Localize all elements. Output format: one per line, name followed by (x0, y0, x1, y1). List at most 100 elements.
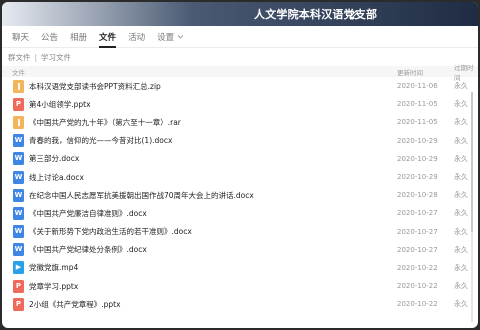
file-name-cell: W 青春的我，信仰的光——今昔对比(1).docx (2, 134, 397, 148)
doc-file-icon: W (13, 152, 24, 166)
tab-label: 文件 (99, 32, 117, 43)
doc-file-icon: W (13, 170, 24, 184)
doc-file-icon: W (13, 188, 24, 202)
file-name-cell: ▶ 党徽党旗.mp4 (2, 261, 397, 275)
ppt-file-icon: P (13, 279, 24, 293)
file-name-cell: W 第三部分.docx (2, 152, 397, 166)
file-name[interactable]: 青春的我，信仰的光——今昔对比(1).docx (29, 135, 172, 146)
tab-announcement[interactable]: 公告 (35, 26, 64, 48)
app-window: 人文学院本科汉语党支部 聊天 公告 相册 文件 活动 设置 群文件 | 学习文件… (2, 2, 478, 328)
file-name[interactable]: 党章学习.pptx (29, 281, 78, 292)
file-expiry: 永久 (454, 191, 468, 200)
doc-glyph: W (14, 172, 23, 181)
file-name[interactable]: 《中国共产党纪律处分条例》.docx (29, 244, 147, 255)
file-row[interactable]: 本科汉语党支部读书会PPT资料汇总.zip 2020-11-06 永久 (2, 77, 478, 95)
doc-glyph: W (14, 136, 23, 145)
file-row[interactable]: W 青春的我，信仰的光——今昔对比(1).docx 2020-10-29 永久 (2, 132, 478, 150)
tab-album[interactable]: 相册 (64, 26, 93, 48)
file-name[interactable]: 党徽党旗.mp4 (29, 262, 78, 273)
chevron-down-icon (177, 35, 184, 39)
file-name-cell: W 在纪念中国人民志愿军抗美援朝出国作战70周年大会上的讲话.docx (2, 188, 397, 202)
file-name[interactable]: 在纪念中国人民志愿军抗美援朝出国作战70周年大会上的讲话.docx (29, 190, 254, 201)
mp4-glyph: ▶ (15, 263, 22, 272)
file-name[interactable]: 2小组《共产党章程》.pptx (29, 299, 121, 310)
tab-files[interactable]: 文件 (93, 26, 122, 48)
file-expiry: 永久 (454, 173, 468, 182)
file-name-cell: P 党章学习.pptx (2, 279, 397, 293)
file-expiry: 永久 (454, 118, 468, 127)
file-table-header: 文件 更新时间 过期时间 (2, 64, 478, 82)
ppt-file-icon: P (13, 97, 24, 111)
file-name-cell: 本科汉语党支部读书会PPT资料汇总.zip (2, 79, 397, 93)
tab-label: 活动 (128, 32, 146, 43)
file-date: 2020-10-27 (397, 245, 438, 254)
file-name[interactable]: 《中国共产党的九十年》（第六至十一章）.rar (29, 117, 181, 128)
file-name[interactable]: 《关于新形势下党内政治生活的若干准则》.docx (29, 226, 192, 237)
header-name[interactable]: 文件 (2, 67, 397, 77)
file-expiry: 永久 (454, 282, 468, 291)
file-name[interactable]: 本科汉语党支部读书会PPT资料汇总.zip (29, 81, 161, 92)
file-row[interactable]: W 《中国共产党纪律处分条例》.docx 2020-10-27 永久 (2, 241, 478, 259)
header-date[interactable]: 更新时间 (397, 67, 454, 77)
file-date: 2020-10-22 (397, 300, 438, 309)
doc-glyph: W (14, 227, 23, 236)
file-row[interactable]: 《中国共产党的九十年》（第六至十一章）.rar 2020-11-05 永久 (2, 113, 478, 131)
tab-settings[interactable]: 设置 (151, 26, 190, 48)
file-expiry: 永久 (454, 82, 468, 91)
file-name[interactable]: 第4小组领学.pptx (29, 99, 91, 110)
file-name-cell: W 《中国共产党纪律处分条例》.docx (2, 243, 397, 257)
file-row[interactable]: W 《关于新形势下党内政治生活的若干准则》.docx 2020-10-27 永久 (2, 223, 478, 241)
tab-chat[interactable]: 聊天 (6, 26, 35, 48)
file-name[interactable]: 《中国共产党廉洁自律准则》.docx (29, 208, 147, 219)
file-expiry: 永久 (454, 100, 468, 109)
file-row[interactable]: ▶ 党徽党旗.mp4 2020-10-22 永久 (2, 259, 478, 277)
zip-file-icon (13, 115, 24, 129)
tab-bar: 聊天 公告 相册 文件 活动 设置 (2, 26, 478, 48)
doc-glyph: W (14, 154, 23, 163)
file-expiry: 永久 (454, 263, 468, 272)
edit-icon[interactable] (349, 7, 359, 19)
breadcrumb-separator: | (34, 52, 38, 62)
file-row[interactable]: P 2小组《共产党章程》.pptx 2020-10-22 永久 (2, 295, 478, 313)
tab-label: 公告 (41, 32, 59, 43)
file-row[interactable]: W 线上讨论a.docx 2020-10-29 永久 (2, 168, 478, 186)
file-row[interactable]: W 第三部分.docx 2020-10-29 永久 (2, 150, 478, 168)
breadcrumb-root[interactable]: 群文件 (8, 52, 31, 63)
file-date: 2020-10-29 (397, 154, 438, 163)
breadcrumb: 群文件 | 学习文件 (2, 48, 478, 66)
file-name-cell: 《中国共产党的九十年》（第六至十一章）.rar (2, 115, 397, 129)
file-date: 2020-11-05 (397, 118, 438, 127)
file-expiry: 永久 (454, 154, 468, 163)
file-name-cell: P 2小组《共产党章程》.pptx (2, 297, 397, 311)
file-expiry: 永久 (454, 136, 468, 145)
doc-glyph: W (14, 190, 23, 199)
file-expiry: 永久 (454, 209, 468, 218)
doc-file-icon: W (13, 243, 24, 257)
file-name[interactable]: 线上讨论a.docx (29, 172, 84, 183)
ppt-glyph: P (15, 281, 22, 290)
title-bar: 人文学院本科汉语党支部 (2, 2, 478, 26)
file-row[interactable]: P 党章学习.pptx 2020-10-22 永久 (2, 277, 478, 295)
file-name[interactable]: 第三部分.docx (29, 153, 79, 164)
file-date: 2020-11-06 (397, 82, 438, 91)
breadcrumb-current: 学习文件 (41, 52, 72, 62)
scroll-thumb[interactable] (471, 92, 473, 232)
file-name-cell: P 第4小组领学.pptx (2, 97, 397, 111)
file-row[interactable]: W 《中国共产党廉洁自律准则》.docx 2020-10-27 永久 (2, 204, 478, 222)
tab-activity[interactable]: 活动 (122, 26, 151, 48)
doc-glyph: W (14, 208, 23, 217)
file-name-cell: W 《中国共产党廉洁自律准则》.docx (2, 206, 397, 220)
doc-file-icon: W (13, 206, 24, 220)
scrollbar[interactable] (471, 92, 473, 322)
file-expiry: 永久 (454, 245, 468, 254)
file-row[interactable]: W 在纪念中国人民志愿军抗美援朝出国作战70周年大会上的讲话.docx 2020-1… (2, 186, 478, 204)
file-expiry: 永久 (454, 227, 468, 236)
ppt-glyph: P (15, 99, 22, 108)
file-expiry: 永久 (454, 300, 468, 309)
doc-file-icon: W (13, 225, 24, 239)
tab-label: 设置 (157, 32, 175, 43)
mp4-file-icon: ▶ (13, 261, 24, 275)
file-row[interactable]: P 第4小组领学.pptx 2020-11-05 永久 (2, 95, 478, 113)
file-date: 2020-10-22 (397, 263, 438, 272)
file-date: 2020-10-27 (397, 209, 438, 218)
